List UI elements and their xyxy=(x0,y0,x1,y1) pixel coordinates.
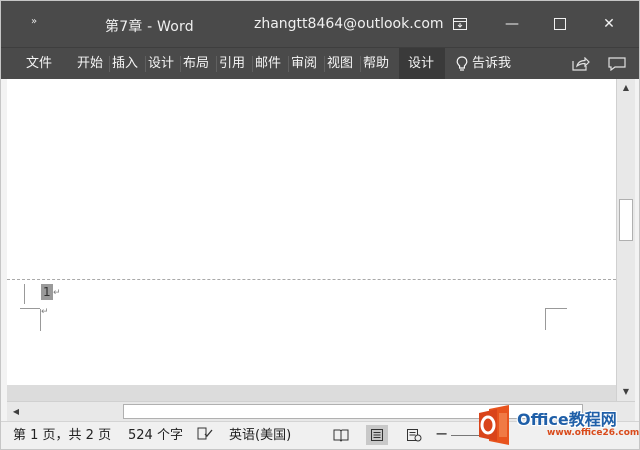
watermark-logo: Office教程网 www.office26.com xyxy=(467,397,640,449)
language-status[interactable]: 英语(美国) xyxy=(229,427,291,445)
office-logo-icon xyxy=(479,405,509,445)
paragraph-mark: ↵ xyxy=(53,288,61,298)
crop-mark-top-right-horizontal xyxy=(545,308,567,309)
close-icon: ✕ xyxy=(603,16,615,32)
crop-mark-top-left-horizontal xyxy=(20,308,40,309)
tell-me-box[interactable]: 告诉我 xyxy=(456,54,511,74)
tab-review[interactable]: 审阅 xyxy=(287,54,317,74)
watermark-brand: Office教程网 xyxy=(517,410,617,429)
web-layout-icon xyxy=(407,429,422,442)
comment-icon xyxy=(608,57,626,72)
word-count-status[interactable]: 524 个字 xyxy=(128,427,183,445)
maximize-button[interactable] xyxy=(546,13,574,35)
comments-button[interactable] xyxy=(608,57,626,75)
proofing-status[interactable] xyxy=(197,427,213,447)
crop-mark-top-right-vertical xyxy=(545,308,546,330)
tab-insert[interactable]: 插入 xyxy=(108,54,138,74)
tab-header-footer-design[interactable]: 设计 xyxy=(408,54,434,74)
print-layout-button[interactable] xyxy=(366,425,388,445)
tab-mailings[interactable]: 邮件 xyxy=(251,54,281,74)
share-icon xyxy=(572,56,590,71)
read-mode-icon xyxy=(333,429,349,442)
text-boundary-mark xyxy=(24,284,25,304)
tab-view[interactable]: 视图 xyxy=(323,54,353,74)
print-layout-icon xyxy=(371,429,383,441)
close-button[interactable]: ✕ xyxy=(595,13,623,35)
page-number-field[interactable]: 1 xyxy=(41,284,53,300)
tab-layout[interactable]: 布局 xyxy=(179,54,209,74)
ribbon-display-options-button[interactable] xyxy=(446,13,474,35)
account-name[interactable]: zhangtt8464@outlook.com xyxy=(254,16,444,32)
share-button[interactable] xyxy=(572,56,590,75)
watermark-site: www.office26.com xyxy=(547,428,640,438)
tab-design[interactable]: 设计 xyxy=(144,54,174,74)
vertical-scrollbar[interactable]: ▲ ▼ xyxy=(616,79,635,401)
scroll-up-icon[interactable]: ▲ xyxy=(617,81,635,95)
tab-file[interactable]: 文件 xyxy=(26,54,52,74)
ribbon-tabs: 文件 开始 插入 设计 布局 引用 邮件 审阅 视图 帮助 设计 告诉我 xyxy=(1,47,639,79)
tab-home[interactable]: 开始 xyxy=(77,54,103,74)
lightbulb-icon xyxy=(456,56,468,71)
minimize-icon: — xyxy=(505,16,519,32)
word-window: » 第7章 - Word zhangtt8464@outlook.com — ✕… xyxy=(0,0,640,450)
tell-me-label: 告诉我 xyxy=(472,56,512,71)
vertical-scroll-thumb[interactable] xyxy=(619,199,633,241)
page-count-status[interactable]: 第 1 页，共 2 页 xyxy=(13,427,111,445)
minimize-button[interactable]: — xyxy=(498,13,526,35)
document-title: 第7章 - Word xyxy=(105,19,194,35)
ribbon-display-options-icon xyxy=(453,18,467,30)
document-canvas[interactable]: 1 ↵ ↵ xyxy=(7,79,616,385)
web-layout-button[interactable] xyxy=(403,425,425,445)
page-boundary-line xyxy=(7,279,616,280)
tab-references[interactable]: 引用 xyxy=(215,54,245,74)
read-mode-button[interactable] xyxy=(330,425,352,445)
tab-help[interactable]: 帮助 xyxy=(359,54,389,74)
maximize-icon xyxy=(554,18,566,30)
paragraph-mark: ↵ xyxy=(41,307,49,317)
scroll-left-icon[interactable]: ◀ xyxy=(9,405,23,419)
title-bar: » 第7章 - Word zhangtt8464@outlook.com — ✕ xyxy=(1,1,639,47)
quick-access-toolbar-expand[interactable]: » xyxy=(31,16,37,27)
zoom-out-button[interactable]: − xyxy=(435,424,448,443)
proofing-icon xyxy=(197,427,213,440)
